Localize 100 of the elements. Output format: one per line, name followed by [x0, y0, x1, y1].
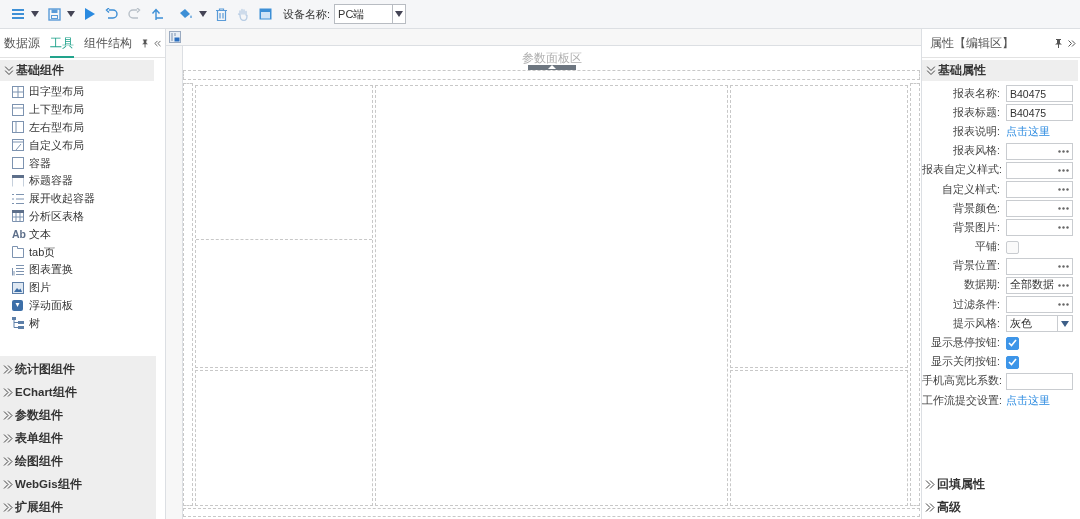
section-header[interactable]: 基础组件	[0, 60, 154, 81]
property-label: 手机高宽比系数:	[922, 374, 1000, 389]
floating-panel-icon	[12, 299, 24, 312]
device-label: 设备名称:	[283, 6, 331, 22]
select-field[interactable]: 灰色	[1006, 315, 1073, 333]
component-item[interactable]: 展开收起容器	[29, 191, 95, 207]
pin-icon[interactable]	[1055, 38, 1062, 48]
section-header[interactable]: 回填属性	[922, 473, 1080, 496]
chevron-icon	[3, 480, 13, 489]
section-header[interactable]: 高级	[922, 496, 1080, 519]
lock-icon[interactable]	[169, 31, 181, 43]
text-icon: Ab	[12, 228, 28, 241]
section-header[interactable]: 参数组件	[0, 404, 156, 427]
window-icon[interactable]	[259, 8, 272, 20]
caret-icon[interactable]	[199, 11, 207, 17]
more-icon	[1058, 303, 1069, 307]
property-label: 数据期:	[963, 278, 1000, 293]
text-field[interactable]: B40475	[1006, 85, 1073, 103]
component-item[interactable]: 分析区表格	[29, 208, 84, 224]
component-item[interactable]: 文本	[29, 226, 51, 242]
component-item[interactable]: 左右型布局	[29, 120, 84, 135]
picker-field[interactable]	[1006, 257, 1073, 275]
hand-icon[interactable]	[237, 7, 249, 21]
dropdown-arrow-icon	[1061, 320, 1069, 327]
checkbox[interactable]	[1006, 240, 1019, 254]
more-icon	[1058, 168, 1069, 172]
expand-icon[interactable]	[1068, 39, 1076, 47]
link[interactable]: 点击这里	[1006, 393, 1050, 408]
menu-icon[interactable]	[11, 8, 25, 20]
property-label: 平铺:	[974, 240, 1000, 255]
component-item[interactable]: 上下型布局	[29, 102, 84, 118]
component-item[interactable]: 田字型布局	[29, 84, 84, 100]
picker-field[interactable]	[1006, 200, 1073, 218]
custom-layout-icon	[12, 139, 24, 152]
section-header[interactable]: 统计图组件	[0, 358, 156, 381]
play-icon[interactable]	[84, 8, 95, 20]
section-header[interactable]: 基础属性	[922, 60, 1078, 81]
property-label: 工作流提交设置:	[922, 393, 1000, 408]
component-item[interactable]: 图表置换	[29, 262, 73, 278]
panel-tab[interactable]: 组件结构	[84, 28, 132, 58]
save-icon[interactable]	[48, 7, 61, 21]
section-header[interactable]: EChart组件	[0, 381, 156, 404]
collapse-handle[interactable]	[527, 65, 576, 70]
picker-field[interactable]	[1006, 142, 1073, 160]
panel-title: 属性【编辑区】	[930, 35, 1014, 51]
picker-field[interactable]	[1006, 161, 1073, 179]
property-label: 报表名称:	[952, 86, 1000, 101]
component-item[interactable]: 自定义布局	[29, 137, 84, 153]
chevron-icon	[3, 388, 13, 397]
section-header[interactable]: 扩展组件	[0, 496, 156, 519]
caret-icon[interactable]	[31, 11, 39, 17]
panel-tab[interactable]: 数据源	[4, 28, 40, 58]
trash-icon[interactable]	[216, 7, 227, 21]
text-field[interactable]	[1006, 372, 1073, 390]
more-icon	[1058, 283, 1069, 287]
device-select[interactable]: PC端	[334, 4, 407, 24]
property-label: 报表风格:	[952, 144, 1000, 159]
container-icon	[12, 157, 24, 170]
chevron-icon	[925, 503, 935, 512]
chevron-icon	[3, 434, 13, 443]
image-icon	[12, 281, 24, 294]
chevron-icon	[3, 365, 13, 374]
link[interactable]: 点击这里	[1006, 124, 1050, 139]
undo-icon[interactable]	[105, 8, 118, 20]
picker-field[interactable]	[1006, 181, 1073, 199]
collapse-icon[interactable]	[154, 39, 161, 47]
chevron-icon	[3, 457, 13, 466]
checkbox[interactable]	[1006, 355, 1019, 369]
tree-icon	[12, 317, 24, 330]
property-label: 报表自定义样式:	[922, 163, 1000, 178]
component-item[interactable]: 标题容器	[29, 173, 73, 189]
component-item[interactable]: 图片	[29, 280, 51, 296]
property-label: 显示关闭按钮:	[930, 355, 1000, 370]
chevron-icon	[925, 480, 935, 489]
more-icon	[1058, 188, 1069, 192]
section-header[interactable]: WebGis组件	[0, 473, 156, 496]
text-field[interactable]: B40475	[1006, 104, 1073, 122]
section-header[interactable]: 绘图组件	[0, 450, 156, 473]
component-item[interactable]: tab页	[29, 244, 56, 260]
property-label: 背景图片:	[952, 220, 1000, 235]
chevron-icon	[3, 503, 13, 512]
component-item[interactable]: 浮动面板	[29, 297, 73, 313]
return-arrow-icon[interactable]	[151, 7, 164, 21]
picker-field[interactable]	[1006, 296, 1073, 314]
tab-page-icon	[12, 246, 24, 259]
grid-layout-icon	[12, 85, 24, 98]
component-item[interactable]: 容器	[29, 155, 51, 171]
caret-icon[interactable]	[67, 11, 75, 17]
chart-swap-icon	[12, 263, 24, 276]
property-label: 自定义样式:	[941, 182, 1000, 197]
component-item[interactable]: 树	[29, 315, 40, 331]
parameter-panel-label: 参数面板区	[521, 51, 582, 65]
chevron-icon	[4, 65, 14, 76]
more-icon	[1058, 149, 1069, 153]
checkbox[interactable]	[1006, 336, 1019, 350]
picker-field[interactable]: 全部数据	[1006, 276, 1073, 294]
picker-field[interactable]	[1006, 219, 1073, 237]
section-header[interactable]: 表单组件	[0, 427, 156, 450]
chevron-icon	[926, 65, 936, 76]
redo-icon[interactable]	[128, 8, 141, 20]
